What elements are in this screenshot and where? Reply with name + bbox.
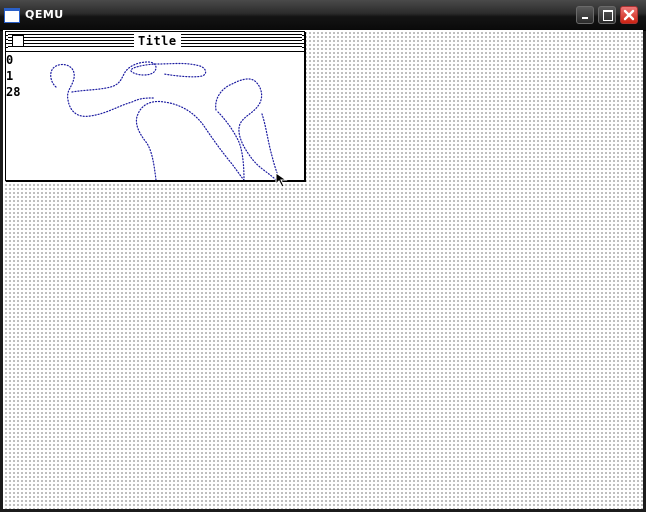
- closebox-icon[interactable]: [12, 35, 24, 47]
- close-button[interactable]: [620, 6, 638, 24]
- scribble-stroke: [50, 63, 155, 117]
- qemu-window-icon[interactable]: [4, 8, 20, 23]
- scribble-stroke: [71, 61, 207, 93]
- drawing-canvas[interactable]: 0 1 28: [6, 52, 304, 180]
- qemu-window: QEMU Title 0 1 28: [0, 0, 646, 512]
- guest-window[interactable]: Title 0 1 28: [5, 31, 305, 181]
- guest-window-titlebar[interactable]: Title: [6, 32, 304, 52]
- maximize-icon: [603, 10, 613, 21]
- maximize-button[interactable]: [598, 6, 616, 24]
- guest-window-title: Title: [134, 33, 181, 49]
- scribble-stroke: [217, 111, 245, 180]
- mouse-pointer-icon: [275, 172, 288, 188]
- scribble-stroke: [135, 100, 245, 180]
- minimize-button[interactable]: [576, 6, 594, 24]
- window-title: QEMU: [25, 8, 64, 21]
- window-titlebar[interactable]: QEMU: [0, 0, 646, 31]
- minimize-icon: [582, 17, 588, 19]
- scribble-stroke: [215, 78, 277, 180]
- scribble-drawing: [50, 61, 279, 180]
- close-icon: [623, 9, 635, 21]
- guest-desktop[interactable]: Title 0 1 28: [3, 30, 643, 509]
- scribble-stroke: [261, 113, 279, 177]
